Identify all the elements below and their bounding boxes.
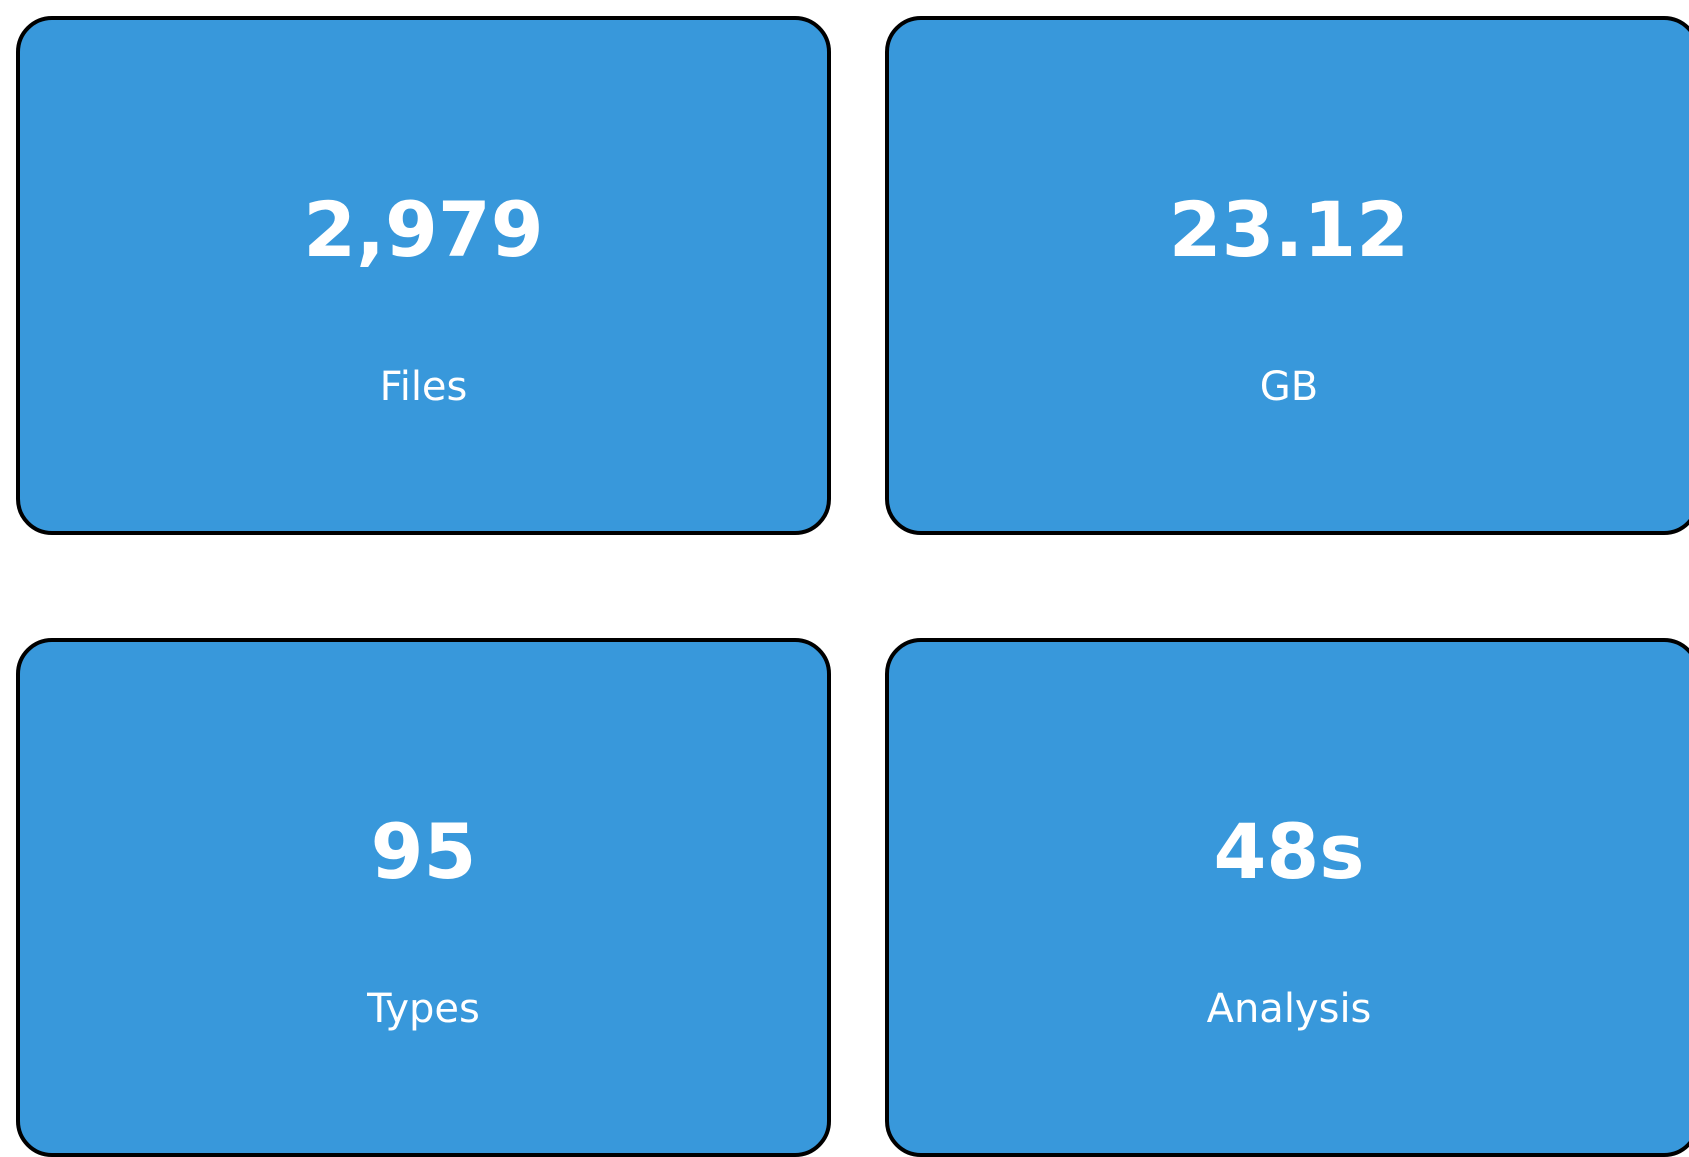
stat-label: Types [367,986,480,1032]
stat-label: GB [1259,364,1319,410]
stat-card-analysis: 48s Analysis [885,638,1689,1157]
stat-label: Analysis [1206,986,1372,1032]
stat-card-files: 2,979 Files [16,16,831,535]
stat-value: 48s [1213,807,1365,896]
stat-value: 95 [370,807,477,896]
stat-card-types: 95 Types [16,638,831,1157]
stat-card-size: 23.12 GB [885,16,1689,535]
stat-value: 23.12 [1168,185,1410,274]
stat-value: 2,979 [303,185,544,274]
stat-label: Files [379,364,468,410]
